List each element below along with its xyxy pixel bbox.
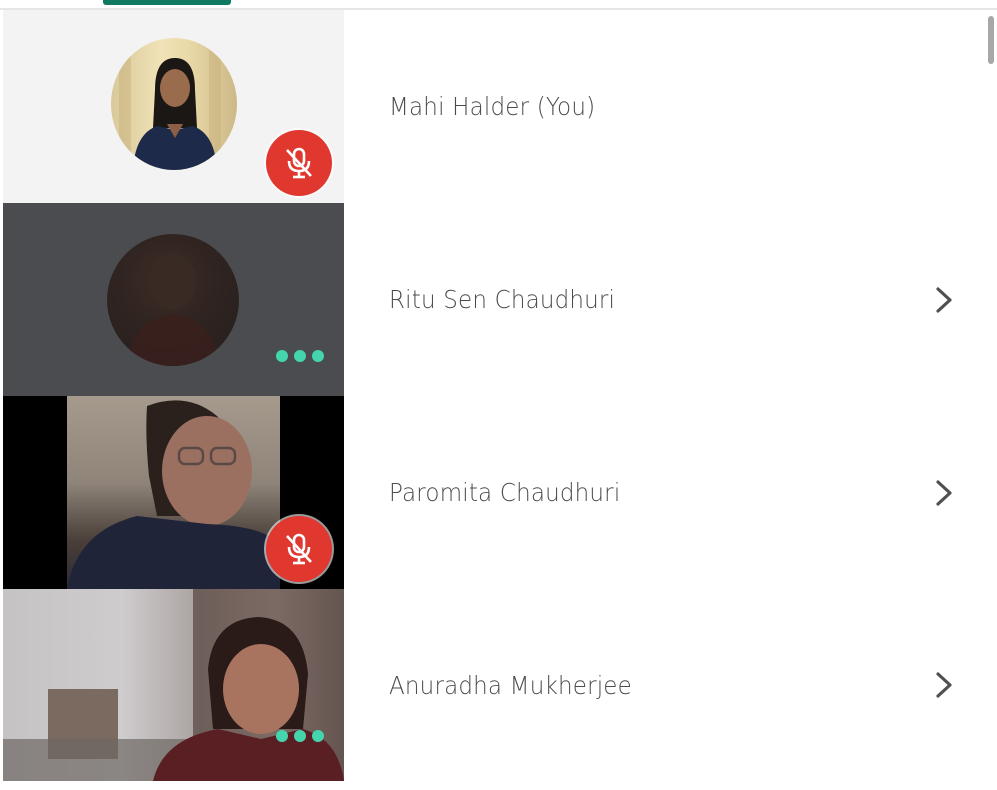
participant-video (3, 589, 344, 781)
chevron-right-icon[interactable] (933, 670, 955, 700)
participant-info[interactable]: Paromita Chaudhuri (344, 396, 997, 589)
participant-row-mahi[interactable]: Mahi Halder (You) (3, 10, 997, 203)
participant-video-tile[interactable] (3, 203, 344, 396)
participant-video-tile[interactable] (3, 396, 344, 589)
avatar (111, 38, 237, 170)
participant-list: Mahi Halder (You) Ritu Sen Chaudhuri Par… (3, 10, 997, 781)
mute-badge (266, 516, 332, 582)
participant-info[interactable]: Anuradha Mukherjee (344, 589, 997, 781)
chevron-right-icon[interactable] (933, 478, 955, 508)
participant-row-paromita[interactable]: Paromita Chaudhuri (3, 396, 997, 589)
participant-info[interactable]: Mahi Halder (You) (344, 10, 997, 203)
participant-row-anuradha[interactable]: Anuradha Mukherjee (3, 589, 997, 781)
active-tab-indicator (103, 0, 231, 5)
participant-name: Paromita Chaudhuri (389, 478, 621, 507)
participant-video-tile[interactable] (3, 589, 344, 781)
avatar (107, 234, 239, 366)
more-dots-icon[interactable] (276, 350, 324, 362)
participant-name: Anuradha Mukherjee (389, 670, 632, 700)
participant-video (67, 396, 280, 589)
participant-row-ritu[interactable]: Ritu Sen Chaudhuri (3, 203, 997, 396)
more-dots-icon[interactable] (276, 730, 324, 742)
participant-video-tile[interactable] (3, 10, 344, 203)
mute-badge (266, 130, 332, 196)
participants-panel: Mahi Halder (You) Ritu Sen Chaudhuri Par… (0, 0, 997, 790)
chevron-right-icon[interactable] (933, 285, 955, 315)
mic-off-icon (286, 147, 312, 179)
mic-off-icon (286, 533, 312, 565)
participant-name: Mahi Halder (You) (389, 92, 596, 121)
participant-info[interactable]: Ritu Sen Chaudhuri (344, 203, 997, 396)
participant-name: Ritu Sen Chaudhuri (389, 285, 616, 314)
